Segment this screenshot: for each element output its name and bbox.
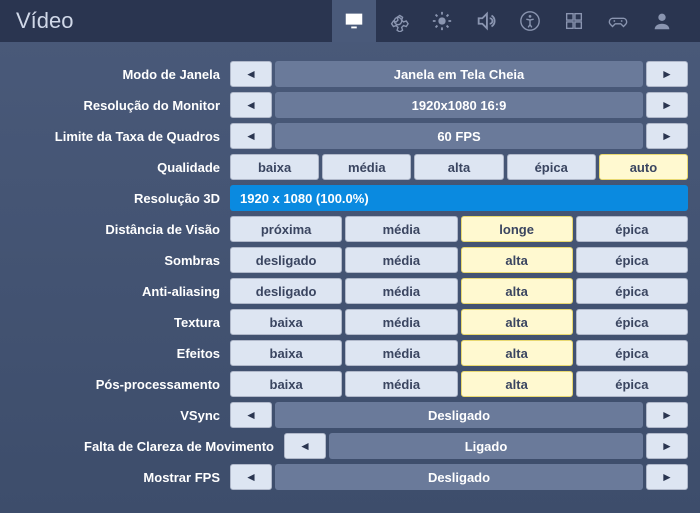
row-view-dist: Distância de Visão próximamédialongeépic… (12, 215, 688, 243)
tab-account[interactable] (640, 0, 684, 42)
label-res3d: Resolução 3D (12, 191, 230, 206)
row-effects: Efeitos baixamédiaaltaépica (12, 339, 688, 367)
label-show-fps: Mostrar FPS (12, 470, 230, 485)
slider-res3d[interactable]: 1920 x 1080 (100.0%) (230, 185, 688, 211)
option-alta[interactable]: alta (461, 278, 573, 304)
prev-vsync[interactable]: ◄ (230, 402, 272, 428)
tab-input[interactable] (552, 0, 596, 42)
option-desligado[interactable]: desligado (230, 247, 342, 273)
option-baixa[interactable]: baixa (230, 340, 342, 366)
option-média[interactable]: média (345, 371, 457, 397)
controller-icon (607, 10, 629, 32)
next-show-fps[interactable]: ► (646, 464, 688, 490)
accessibility-icon (519, 10, 541, 32)
label-monitor-res: Resolução do Monitor (12, 98, 230, 113)
value-motion-blur[interactable]: Ligado (329, 433, 643, 459)
option-baixa[interactable]: baixa (230, 309, 342, 335)
next-monitor-res[interactable]: ► (646, 92, 688, 118)
row-postproc: Pós-processamento baixamédiaaltaépica (12, 370, 688, 398)
option-épica[interactable]: épica (576, 278, 688, 304)
tab-audio[interactable] (464, 0, 508, 42)
tab-controller[interactable] (596, 0, 640, 42)
option-média[interactable]: média (345, 278, 457, 304)
option-média[interactable]: média (345, 309, 457, 335)
option-média[interactable]: média (322, 154, 411, 180)
next-motion-blur[interactable]: ► (646, 433, 688, 459)
option-baixa[interactable]: baixa (230, 154, 319, 180)
option-longe[interactable]: longe (461, 216, 573, 242)
value-show-fps[interactable]: Desligado (275, 464, 643, 490)
option-média[interactable]: média (345, 340, 457, 366)
prev-frame-limit[interactable]: ◄ (230, 123, 272, 149)
label-effects: Efeitos (12, 346, 230, 361)
value-window-mode[interactable]: Janela em Tela Cheia (275, 61, 643, 87)
value-monitor-res[interactable]: 1920x1080 16:9 (275, 92, 643, 118)
next-window-mode[interactable]: ► (646, 61, 688, 87)
row-show-fps: Mostrar FPS ◄ Desligado ► (12, 463, 688, 491)
row-motion-blur: Falta de Clareza de Movimento ◄ Ligado ► (12, 432, 688, 460)
label-texture: Textura (12, 315, 230, 330)
row-quality: Qualidade baixamédiaaltaépicaauto (12, 153, 688, 181)
label-aa: Anti-aliasing (12, 284, 230, 299)
prev-show-fps[interactable]: ◄ (230, 464, 272, 490)
option-alta[interactable]: alta (461, 247, 573, 273)
option-alta[interactable]: alta (414, 154, 503, 180)
row-window-mode: Modo de Janela ◄ Janela em Tela Cheia ► (12, 60, 688, 88)
row-aa: Anti-aliasing desligadomédiaaltaépica (12, 277, 688, 305)
header: Vídeo (0, 0, 700, 42)
option-épica[interactable]: épica (576, 216, 688, 242)
prev-motion-blur[interactable]: ◄ (284, 433, 326, 459)
label-view-dist: Distância de Visão (12, 222, 230, 237)
page-title: Vídeo (16, 8, 332, 34)
next-frame-limit[interactable]: ► (646, 123, 688, 149)
input-icon (563, 10, 585, 32)
label-postproc: Pós-processamento (12, 377, 230, 392)
tab-brightness[interactable] (420, 0, 464, 42)
value-vsync[interactable]: Desligado (275, 402, 643, 428)
monitor-icon (343, 10, 365, 32)
option-desligado[interactable]: desligado (230, 278, 342, 304)
option-média[interactable]: média (345, 216, 457, 242)
row-texture: Textura baixamédiaaltaépica (12, 308, 688, 336)
tab-general[interactable] (376, 0, 420, 42)
speaker-icon (475, 10, 497, 32)
row-shadows: Sombras desligadomédiaaltaépica (12, 246, 688, 274)
row-monitor-res: Resolução do Monitor ◄ 1920x1080 16:9 ► (12, 91, 688, 119)
option-baixa[interactable]: baixa (230, 371, 342, 397)
option-próxima[interactable]: próxima (230, 216, 342, 242)
label-frame-limit: Limite da Taxa de Quadros (12, 129, 230, 144)
next-vsync[interactable]: ► (646, 402, 688, 428)
label-motion-blur: Falta de Clareza de Movimento (12, 439, 284, 454)
option-épica[interactable]: épica (576, 247, 688, 273)
tab-video[interactable] (332, 0, 376, 42)
prev-monitor-res[interactable]: ◄ (230, 92, 272, 118)
row-vsync: VSync ◄ Desligado ► (12, 401, 688, 429)
row-res3d: Resolução 3D 1920 x 1080 (100.0%) (12, 184, 688, 212)
option-média[interactable]: média (345, 247, 457, 273)
brightness-icon (431, 10, 453, 32)
option-alta[interactable]: alta (461, 309, 573, 335)
option-alta[interactable]: alta (461, 371, 573, 397)
label-vsync: VSync (12, 408, 230, 423)
value-frame-limit[interactable]: 60 FPS (275, 123, 643, 149)
tabs (332, 0, 684, 42)
person-icon (651, 10, 673, 32)
option-épica[interactable]: épica (507, 154, 596, 180)
gear-icon (387, 10, 409, 32)
settings-content: Modo de Janela ◄ Janela em Tela Cheia ► … (0, 42, 700, 502)
option-épica[interactable]: épica (576, 371, 688, 397)
label-quality: Qualidade (12, 160, 230, 175)
option-épica[interactable]: épica (576, 309, 688, 335)
prev-window-mode[interactable]: ◄ (230, 61, 272, 87)
tab-accessibility[interactable] (508, 0, 552, 42)
option-alta[interactable]: alta (461, 340, 573, 366)
option-auto[interactable]: auto (599, 154, 688, 180)
label-window-mode: Modo de Janela (12, 67, 230, 82)
option-épica[interactable]: épica (576, 340, 688, 366)
label-shadows: Sombras (12, 253, 230, 268)
row-frame-limit: Limite da Taxa de Quadros ◄ 60 FPS ► (12, 122, 688, 150)
